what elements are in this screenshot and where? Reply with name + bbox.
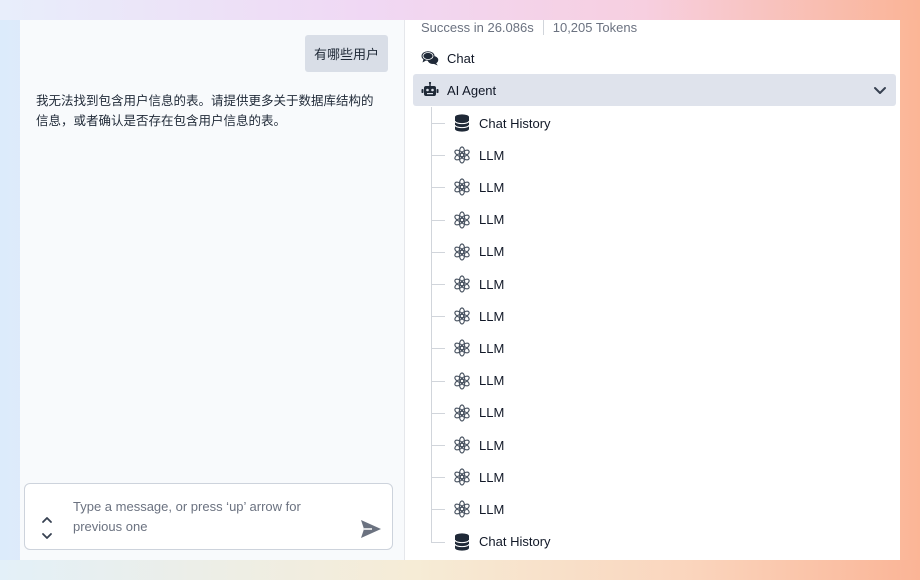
database-icon [453,114,471,132]
history-arrows [39,512,55,546]
background-frame-bottom [0,560,920,580]
tree-item-label: LLM [479,244,505,260]
tree-item-label: LLM [479,147,505,163]
chat-bubbles-icon [421,49,439,67]
tree-connector-branch [431,123,445,124]
tree-item-label: LLM [479,405,505,421]
tree-item-label: LLM [479,308,505,324]
tree-item-llm[interactable]: LLM [413,365,896,397]
openai-icon [453,404,471,422]
tree-item-ai-agent[interactable]: AI Agent [413,74,896,106]
tree-item-label: LLM [479,501,505,517]
tree-connector-branch [431,412,445,414]
tree-connector-branch [431,348,445,350]
openai-icon [453,339,471,357]
divider [542,20,544,35]
tree-item-llm[interactable]: LLM [413,493,896,525]
send-icon[interactable] [359,518,383,540]
run-status: Success in 26.086s [421,20,534,35]
database-icon [453,532,471,551]
user-message-bubble: 有哪些用户 [304,35,388,72]
tree-item-label: LLM [479,179,505,195]
tree-connector-branch [431,380,445,382]
tree-item-label: Chat History [479,534,551,550]
app-window: 有哪些用户 我无法找到包含用户信息的表。请提供更多关于数据库结构的信息，或者确认… [20,20,900,560]
tree-connector-branch [431,477,445,479]
openai-icon [453,436,471,454]
background-frame-top [0,0,920,20]
openai-icon [453,372,471,390]
tree-item-llm[interactable]: LLM [413,461,896,493]
openai-icon [453,243,471,261]
trace-panel: Success in 26.086s 10,205 Tokens Chat AI… [405,20,900,560]
tree-item-label: LLM [479,437,505,453]
openai-icon [453,307,471,325]
run-summary: Success in 26.086s 10,205 Tokens [421,20,637,35]
tree-item-llm[interactable]: LLM [413,332,896,364]
chevron-down-icon[interactable] [872,82,888,98]
tree-connector-branch [431,187,445,189]
tree-connector-branch [431,155,445,157]
tree-item-chat[interactable]: Chat [413,42,896,74]
openai-icon [453,468,471,486]
token-count: 10,205 Tokens [552,20,638,35]
tree-connector-branch [431,541,445,543]
openai-icon [453,500,471,518]
tree-connector-branch [431,284,445,285]
tree-item-label: AI Agent [447,82,497,98]
tree-item-label: LLM [479,373,505,389]
assistant-message: 我无法找到包含用户信息的表。请提供更多关于数据库结构的信息，或者确认是否存在包含… [36,93,374,128]
openai-icon [453,211,471,229]
openai-icon [453,178,471,196]
tree-item-llm[interactable]: LLM [413,429,896,461]
tree-item-label: LLM [479,212,505,228]
tree-item-llm[interactable]: LLM [413,268,896,300]
tree-item-llm[interactable]: LLM [413,397,896,429]
openai-icon [453,146,471,164]
tree-item-chat-history[interactable]: Chat History [413,526,896,558]
chevron-up-icon[interactable] [39,512,55,528]
tree-connector-branch [431,316,445,318]
tree-item-label: LLM [479,469,505,485]
tree-item-label: Chat History [479,115,551,131]
tree-connector-branch [431,219,445,221]
tree-item-label: Chat [447,50,475,66]
tree-item-llm[interactable]: LLM [413,300,896,332]
tree-item-chat-history[interactable]: Chat History [413,107,896,139]
tree-item-llm[interactable]: LLM [413,236,896,268]
tree-item-label: LLM [479,340,505,356]
tree-connector-branch [431,251,445,253]
message-input[interactable]: Type a message, or press ‘up’ arrow for … [73,497,343,537]
tree-connector-branch [431,509,445,511]
chevron-down-icon[interactable] [39,528,55,544]
chat-panel: 有哪些用户 我无法找到包含用户信息的表。请提供更多关于数据库结构的信息，或者确认… [20,20,405,560]
openai-icon [453,275,471,293]
tree-item-llm[interactable]: LLM [413,204,896,236]
robot-icon [421,81,439,99]
tree-item-llm[interactable]: LLM [413,139,896,171]
message-composer[interactable]: Type a message, or press ‘up’ arrow for … [24,483,393,550]
tree-item-label: LLM [479,276,505,292]
tree-item-llm[interactable]: LLM [413,171,896,203]
tree-connector-branch [431,445,445,446]
